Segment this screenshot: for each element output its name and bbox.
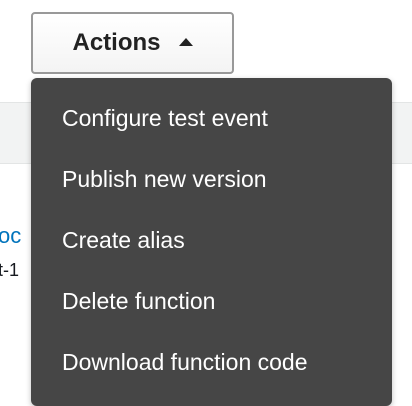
background-link-fragment[interactable]: oc [0,222,21,250]
page: oc t-1 Actions Configure test event Publ… [0,0,412,406]
actions-button[interactable]: Actions [31,12,234,74]
actions-dropdown-menu: Configure test event Publish new version… [31,78,392,406]
menu-item-label: Delete function [62,288,216,314]
menu-item-label: Configure test event [62,105,268,131]
menu-item-publish-new-version[interactable]: Publish new version [31,149,392,210]
caret-up-icon [178,38,193,46]
menu-item-label: Create alias [62,227,185,253]
menu-item-create-alias[interactable]: Create alias [31,210,392,271]
menu-item-label: Download function code [62,349,308,375]
menu-item-configure-test-event[interactable]: Configure test event [31,88,392,149]
background-text-fragment: t-1 [0,260,20,280]
actions-button-label: Actions [72,29,161,56]
menu-item-download-function-code[interactable]: Download function code [31,332,392,393]
menu-item-delete-function[interactable]: Delete function [31,271,392,332]
menu-item-label: Publish new version [62,166,267,192]
